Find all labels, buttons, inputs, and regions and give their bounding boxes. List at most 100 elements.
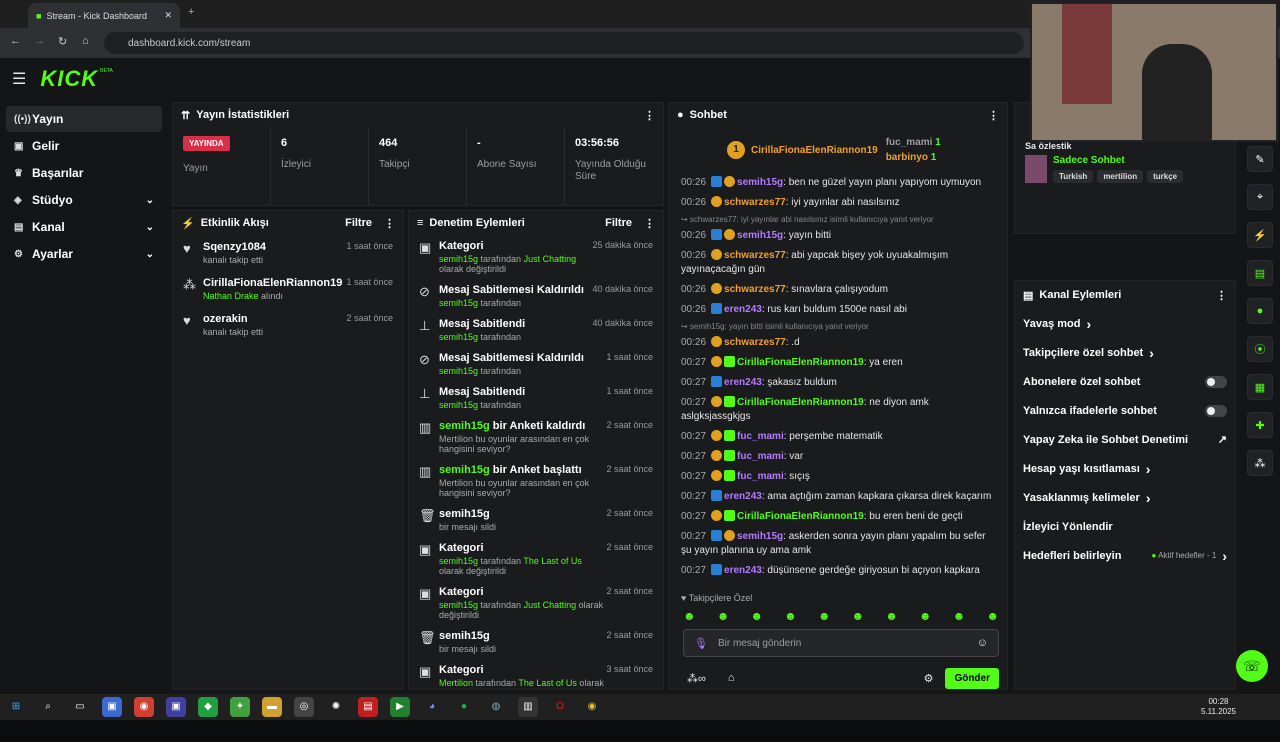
app-icon[interactable]: ▣ [166, 697, 186, 717]
discord-icon[interactable]: ◕ [422, 697, 442, 717]
chevron-down-icon[interactable]: ⌄ [146, 222, 154, 233]
moderation-item[interactable]: ⊘ Mesaj Sabitlemesi Kaldırıldı semih15g ta… [409, 347, 663, 381]
message-username[interactable]: semih15g [737, 531, 783, 542]
clipboard-icon[interactable]: ▤ [1247, 260, 1273, 286]
gifter-name[interactable]: fuc_mami [886, 137, 933, 148]
message-username[interactable]: eren243 [724, 491, 762, 502]
message-username[interactable]: CirillaFionaElenRiannon19 [737, 357, 864, 368]
chat-message[interactable]: 00:26 schwarzes77: .d [669, 333, 1007, 353]
message-username[interactable]: fuc_mami [737, 431, 784, 442]
emote-icon[interactable]: ☻ [683, 609, 696, 623]
message-username[interactable]: eren243 [724, 377, 762, 388]
chevron-right-icon[interactable]: › [1149, 345, 1154, 361]
channel-action[interactable]: Yavaş mod › [1015, 309, 1235, 338]
more-icon[interactable]: ⋮ [1216, 289, 1227, 302]
app-icon[interactable]: ▣ [102, 697, 122, 717]
channel-action[interactable]: Hedefleri belirleyin ● Aktif hedefler - 1… [1015, 541, 1235, 570]
activity-item[interactable]: ⁂ CirillaFionaElenRiannon19 Nathan Drake a… [173, 271, 403, 307]
channel-action[interactable]: Yapay Zeka ile Sohbet Denetimi ↗ [1015, 425, 1235, 454]
menu-icon[interactable]: ☰ [12, 69, 26, 89]
chat-message[interactable]: 00:27 eren243: şakasız buldum [669, 373, 1007, 393]
chat-message[interactable]: 00:27 CirillaFionaElenRiannon19: ne diyon… [669, 393, 1007, 427]
support-icon[interactable]: ☏ [1236, 650, 1268, 682]
moderation-item[interactable]: ▣ Kategori semih15g tarafından The Last of… [409, 537, 663, 581]
stream-tag[interactable]: turkçe [1147, 170, 1184, 183]
channel-action[interactable]: Takipçilere özel sohbet › [1015, 338, 1235, 367]
chevron-down-icon[interactable]: ⌄ [146, 249, 154, 260]
back-icon[interactable]: ← [10, 35, 21, 47]
toggle-switch[interactable] [1205, 375, 1227, 388]
message-username[interactable]: schwarzes77 [724, 250, 786, 261]
channel-action[interactable]: Abonelere özel sohbet [1015, 367, 1235, 396]
chat-message[interactable]: 00:27 eren243: düşünsene gerdeğe giriyosu… [669, 561, 1007, 581]
sidebar-item[interactable]: ♛ Başarılar [6, 160, 162, 186]
chat-message[interactable]: 00:26 schwarzes77: sınavlara çalışıyodum [669, 280, 1007, 300]
chat-message[interactable]: 00:26 schwarzes77: iyi yayınlar abi nasıl… [669, 193, 1007, 213]
gift-icon[interactable]: ⌂ [728, 672, 735, 684]
emote-icon[interactable]: ☻ [750, 609, 763, 623]
stream-tag[interactable]: mertilion [1097, 170, 1144, 183]
emote-icon[interactable]: ☻ [919, 609, 932, 623]
new-tab-icon[interactable]: + [188, 6, 194, 18]
more-icon[interactable]: ⋮ [644, 109, 655, 122]
epic-icon[interactable]: ▥ [518, 697, 538, 717]
message-username[interactable]: schwarzes77 [724, 197, 786, 208]
chevron-right-icon[interactable]: › [1146, 461, 1151, 477]
bolt-icon[interactable]: ⚡ [1247, 222, 1273, 248]
moderation-item[interactable]: ▣ Kategori Mertilion tarafından The Last o… [409, 659, 663, 689]
message-username[interactable]: fuc_mami [737, 471, 784, 482]
chrome-icon[interactable]: ◉ [134, 697, 154, 717]
category-name[interactable]: Sadece Sohbet [1053, 155, 1187, 166]
emote-icon[interactable]: ☻ [953, 609, 966, 623]
emote-icon[interactable]: ☻ [885, 609, 898, 623]
chevron-down-icon[interactable]: ⌄ [146, 195, 154, 206]
emote-icon[interactable]: ☻ [717, 609, 730, 623]
url-field[interactable]: dashboard.kick.com/stream [104, 32, 1024, 54]
sidebar-item[interactable]: ((•)) Yayın [6, 106, 162, 132]
moderation-item[interactable]: ⊥ Mesaj Sabitlendi semih15g tarafından 40 d… [409, 313, 663, 347]
top-gifter-name[interactable]: CirillaFionaElenRiannon19 [751, 145, 878, 156]
sidebar-item[interactable]: ⚙ Ayarlar ⌄ [6, 241, 162, 267]
app-icon[interactable]: ◆ [198, 697, 218, 717]
reload-icon[interactable]: ↻ [58, 35, 67, 48]
app-icon[interactable]: ✺ [326, 697, 346, 717]
more-icon[interactable]: ⋮ [384, 217, 395, 230]
moderation-item[interactable]: ⊘ Mesaj Sabitlemesi Kaldırıldı semih15g ta… [409, 279, 663, 313]
chat-settings-icon[interactable]: ⚙ [924, 672, 934, 685]
spotify-icon[interactable]: ● [454, 697, 474, 717]
clock[interactable]: 00:28 5.11.2025 [1201, 697, 1236, 717]
windows-start-icon[interactable]: ⊞ [6, 697, 26, 717]
chat-message[interactable]: 00:26 semih15g: yayın bitti [669, 226, 1007, 246]
chat-message[interactable]: 00:27 fuc_mami: sıçış [669, 467, 1007, 487]
channel-action[interactable]: Yasaklanmış kelimeler › [1015, 483, 1235, 512]
app-icon[interactable]: ▤ [358, 697, 378, 717]
chat-message[interactable]: 00:27 CirillaFionaElenRiannon19: ya eren [669, 353, 1007, 373]
activity-item[interactable]: ♥ ozerakin kanalı takip etti 2 saat önce [173, 307, 403, 343]
chat-message[interactable]: 00:27 fuc_mami: perşembe matematik [669, 427, 1007, 447]
sidebar-item[interactable]: ▤ Kanal ⌄ [6, 214, 162, 240]
browser-tab[interactable]: ■ Stream - Kick Dashboard ✕ [28, 3, 180, 28]
broadcast-icon[interactable]: ⦿ [1247, 336, 1273, 362]
emote-icon[interactable]: ☻ [784, 609, 797, 623]
send-button[interactable]: Gönder [945, 667, 999, 689]
channel-action[interactable]: İzleyici Yönlendir [1015, 512, 1235, 541]
more-icon[interactable]: ⋮ [988, 109, 999, 122]
emoji-icon[interactable]: ☺ [977, 637, 988, 649]
sidebar-item[interactable]: ▣ Gelir [6, 133, 162, 159]
emote-icon[interactable]: ☻ [986, 609, 999, 623]
message-username[interactable]: eren243 [724, 565, 762, 576]
steam-icon[interactable]: ◍ [486, 697, 506, 717]
chat-message[interactable]: 00:26 eren243: rus karı buldum 1500e nası… [669, 300, 1007, 320]
message-username[interactable]: semih15g [737, 230, 783, 241]
chat-input[interactable]: 🎙 Bir mesaj gönderin ☺ [683, 629, 999, 657]
moderation-item[interactable]: ⊥ Mesaj Sabitlendi semih15g tarafından 1 sa… [409, 381, 663, 415]
moderation-item[interactable]: ▥ semih15g bir Anket başlattı Mertilion bu… [409, 459, 663, 503]
activity-item[interactable]: ♥ Sqenzy1084 kanalı takip etti 1 saat önce [173, 235, 403, 271]
chevron-right-icon[interactable]: › [1146, 490, 1151, 506]
message-username[interactable]: fuc_mami [737, 451, 784, 462]
channel-action[interactable]: Yalnızca ifadelerle sohbet [1015, 396, 1235, 425]
close-tab-icon[interactable]: ✕ [164, 10, 172, 21]
activity-filter-button[interactable]: Filtre [345, 217, 372, 229]
chat-message[interactable]: 00:26 schwarzes77: abi yapcak bişey yok u… [669, 246, 1007, 280]
moderation-filter-button[interactable]: Filtre [605, 217, 632, 229]
